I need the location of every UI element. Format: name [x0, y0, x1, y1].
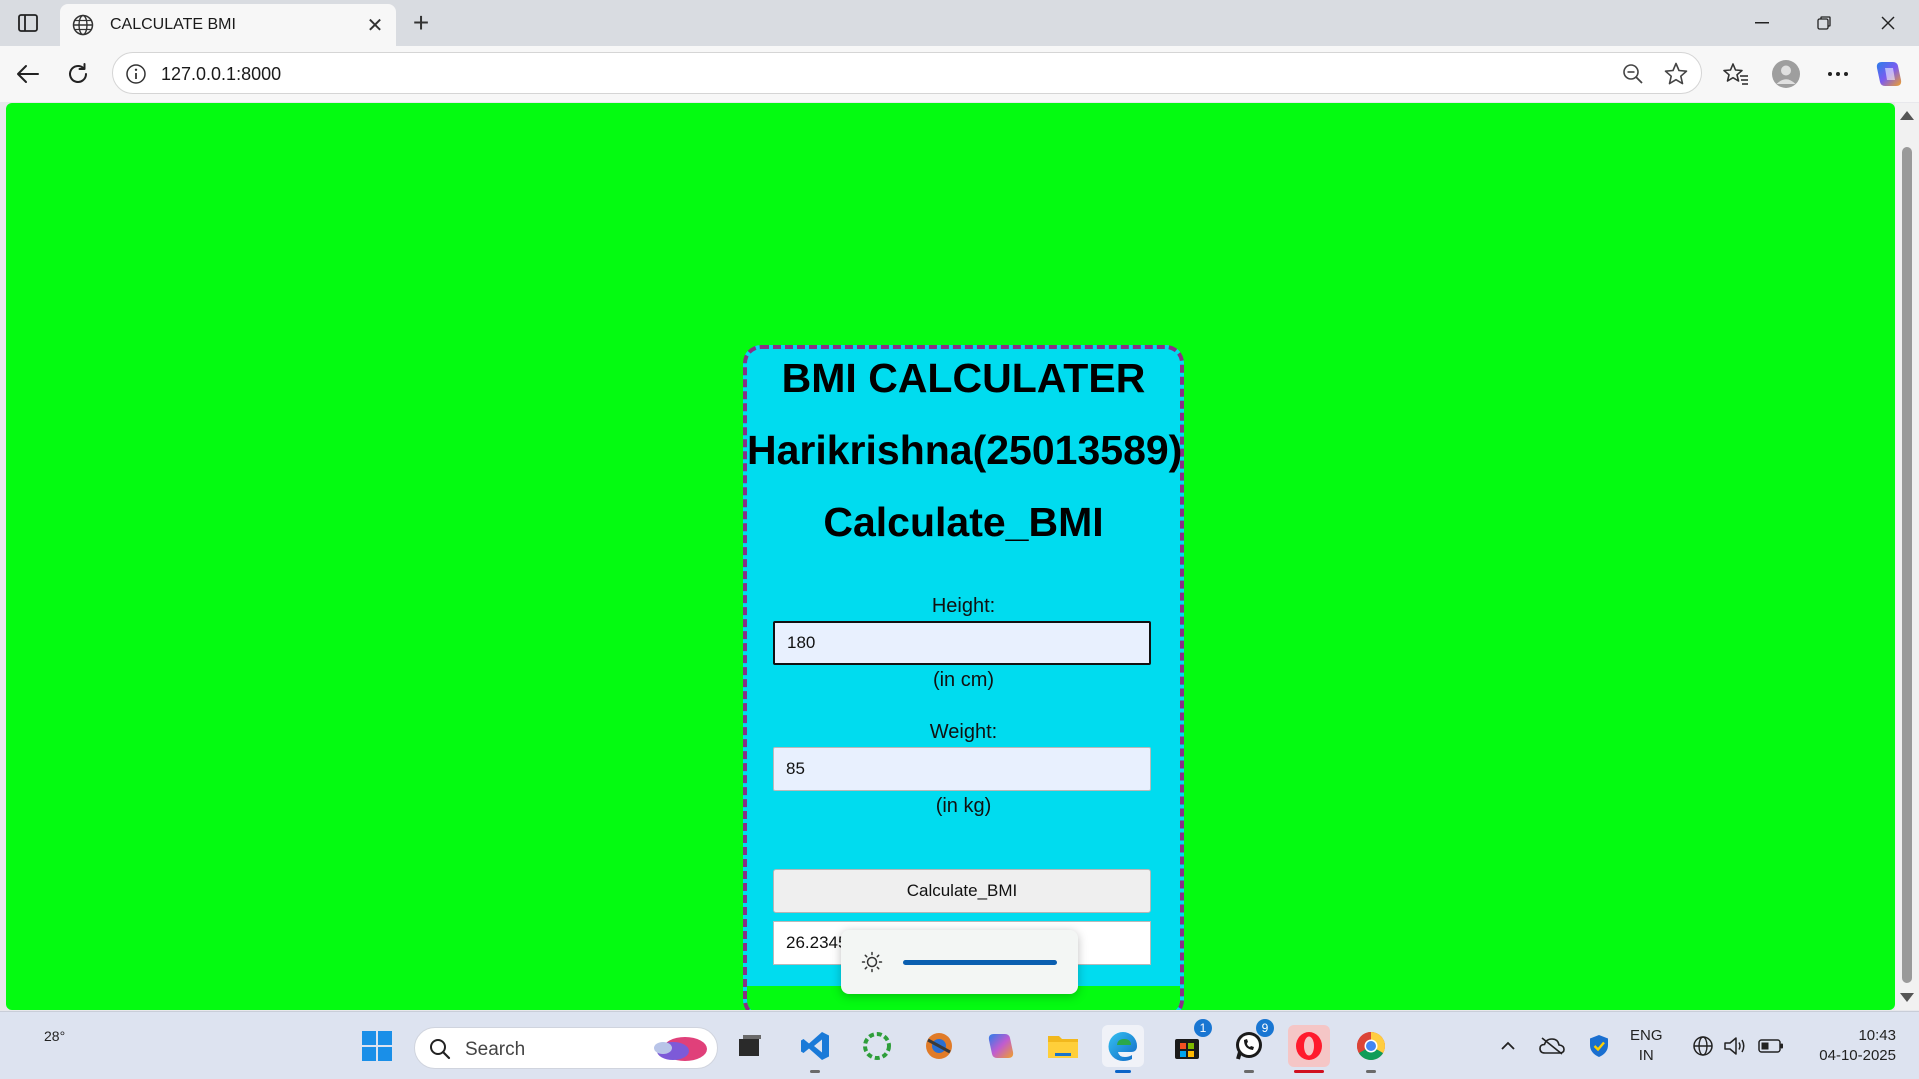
active-indicator — [1115, 1070, 1131, 1073]
task-view-icon[interactable] — [729, 1025, 771, 1067]
scroll-down-icon[interactable] — [1900, 993, 1914, 1002]
brightness-sun-icon — [861, 951, 883, 973]
taskbar-clock[interactable]: 10:43 04-10-2025 — [1800, 1026, 1896, 1066]
volume-icon[interactable] — [1722, 1032, 1750, 1060]
browser-titlebar: CALCULATE BMI ✕ + — [0, 0, 1919, 46]
running-indicator — [1244, 1070, 1254, 1073]
photos-icon[interactable] — [918, 1025, 960, 1067]
weather-temp[interactable]: 28° — [44, 1028, 65, 1044]
height-input[interactable] — [773, 621, 1151, 665]
more-options-icon[interactable] — [1822, 58, 1854, 90]
calculate-bmi-button[interactable]: Calculate_BMI — [773, 869, 1151, 913]
taskbar-search[interactable]: Search — [414, 1027, 718, 1069]
brightness-flyout — [841, 930, 1078, 994]
zoom-out-icon[interactable] — [1621, 62, 1645, 86]
brightness-slider[interactable] — [903, 960, 1057, 965]
security-shield-icon[interactable] — [1586, 1032, 1612, 1060]
subtitle-heading: Calculate_BMI — [823, 499, 1104, 545]
region-code: IN — [1638, 1047, 1654, 1064]
language-code: ENG — [1630, 1027, 1663, 1044]
url-text[interactable]: 127.0.0.1:8000 — [161, 64, 281, 85]
minimize-icon[interactable] — [1740, 8, 1784, 38]
store-icon[interactable]: 1 — [1166, 1019, 1212, 1067]
tab-actions-icon[interactable] — [14, 10, 42, 36]
vscode-icon[interactable] — [794, 1025, 836, 1073]
file-explorer-icon[interactable] — [1042, 1025, 1084, 1067]
spinner-icon[interactable] — [856, 1025, 898, 1067]
whatsapp-badge: 9 — [1256, 1019, 1274, 1037]
search-icon — [430, 1039, 451, 1060]
network-globe-icon[interactable] — [1690, 1032, 1716, 1060]
address-bar[interactable]: 127.0.0.1:8000 — [112, 52, 1702, 94]
author-heading: Harikrishna(25013589) — [747, 427, 1183, 473]
globe-icon — [72, 14, 94, 36]
search-placeholder: Search — [465, 1039, 526, 1060]
clock-date: 04-10-2025 — [1819, 1047, 1896, 1064]
browser-tab[interactable]: CALCULATE BMI ✕ — [60, 4, 396, 46]
close-tab-icon[interactable]: ✕ — [364, 14, 386, 37]
vertical-scrollbar[interactable] — [1895, 103, 1919, 1010]
scrollbar-thumb[interactable] — [1902, 147, 1912, 983]
weight-unit-label: (in kg) — [935, 795, 992, 817]
clock-time: 10:43 — [1858, 1027, 1896, 1044]
running-indicator — [1366, 1070, 1376, 1073]
language-indicator[interactable]: ENG IN — [1630, 1026, 1663, 1066]
show-hidden-icons-icon[interactable] — [1496, 1032, 1520, 1060]
scroll-up-icon[interactable] — [1900, 111, 1914, 120]
taskbar: 28° Search 1 9 ENG IN 10:43 04-10-2025 — [0, 1011, 1919, 1079]
running-indicator — [1294, 1070, 1324, 1073]
battery-icon[interactable] — [1756, 1032, 1786, 1060]
tab-title: CALCULATE BMI — [110, 16, 236, 33]
restore-icon[interactable] — [1802, 8, 1846, 38]
page-viewport: BMI CALCULATER Harikrishna(25013589) Cal… — [6, 103, 1895, 1010]
height-unit-label: (in cm) — [932, 669, 995, 691]
weight-input[interactable] — [773, 747, 1151, 791]
weight-label: Weight: — [929, 721, 998, 743]
new-tab-icon[interactable]: + — [406, 7, 436, 38]
refresh-icon[interactable] — [62, 58, 94, 90]
close-window-icon[interactable] — [1866, 8, 1910, 38]
info-icon[interactable] — [125, 63, 147, 85]
onedrive-offline-icon[interactable] — [1538, 1032, 1566, 1060]
profile-avatar-icon[interactable] — [1770, 58, 1802, 90]
favorites-icon[interactable] — [1720, 58, 1752, 90]
whatsapp-icon[interactable]: 9 — [1228, 1019, 1274, 1073]
copilot-icon[interactable] — [1873, 58, 1905, 90]
windows-start-icon[interactable] — [356, 1025, 398, 1067]
favorite-star-icon[interactable] — [1663, 61, 1689, 87]
edge-icon[interactable] — [1102, 1025, 1144, 1073]
opera-icon[interactable] — [1288, 1025, 1330, 1073]
store-badge: 1 — [1194, 1019, 1212, 1037]
search-highlight-art-icon — [654, 1037, 707, 1061]
height-label: Height: — [931, 595, 996, 617]
page-title: BMI CALCULATER — [781, 355, 1146, 401]
copilot-app-icon[interactable] — [980, 1025, 1022, 1067]
bmi-card: BMI CALCULATER Harikrishna(25013589) Cal… — [743, 345, 1184, 1010]
chrome-icon[interactable] — [1350, 1025, 1392, 1073]
browser-navbar: 127.0.0.1:8000 — [0, 46, 1919, 102]
running-indicator — [810, 1070, 820, 1073]
back-arrow-icon[interactable] — [12, 58, 44, 90]
